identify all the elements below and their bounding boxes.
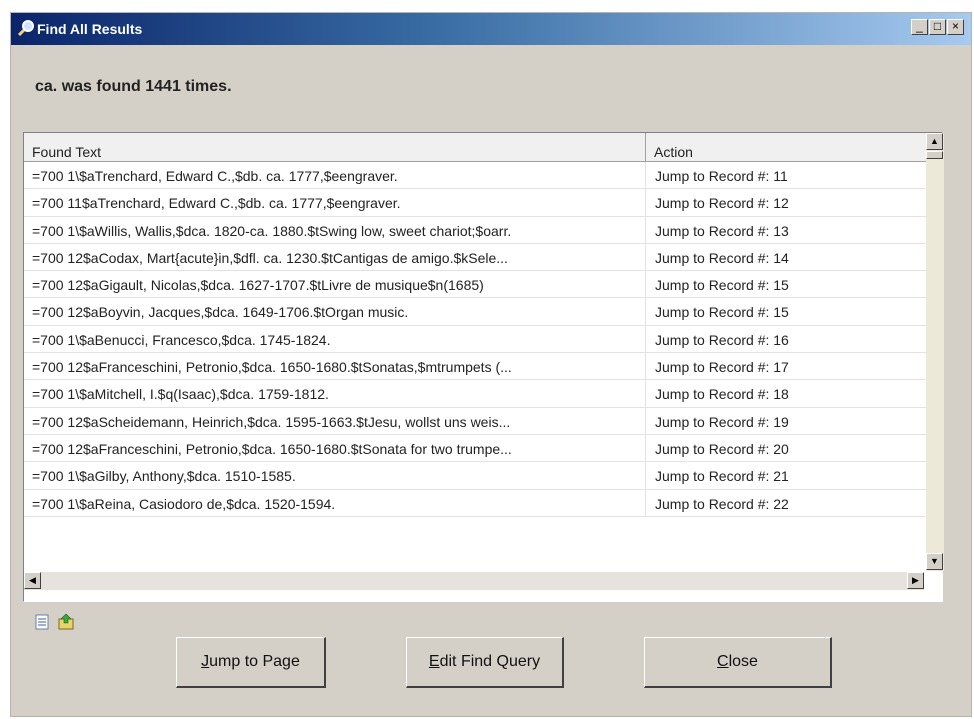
found-text-cell: =700 11$aTrenchard, Edward C.,$db. ca. 1…: [32, 195, 401, 212]
title-bar[interactable]: Find All Results _ □ ×: [11, 13, 971, 45]
column-divider: [645, 243, 646, 271]
found-text-cell: =700 12$aScheidemann, Heinrich,$dca. 159…: [32, 413, 511, 430]
table-row[interactable]: =700 1\$aGilby, Anthony,$dca. 1510-1585.…: [24, 462, 942, 490]
vertical-scrollbar[interactable]: ▲ ▼: [926, 133, 944, 571]
column-divider: [645, 162, 646, 189]
horizontal-scrollbar[interactable]: ◀ ▶: [24, 572, 924, 590]
jump-to-record-link[interactable]: Jump to Record #: 19: [655, 414, 789, 430]
table-row[interactable]: =700 12$aFranceschini, Petronio,$dca. 16…: [24, 434, 942, 463]
jump-to-record-link[interactable]: Jump to Record #: 15: [655, 304, 789, 320]
edit-find-query-mnemonic: E: [428, 653, 440, 670]
jump-to-record-link[interactable]: Jump to Record #: 21: [655, 468, 789, 484]
edit-find-query-button[interactable]: Edit Find Query: [406, 637, 564, 688]
table-row[interactable]: =700 11$aTrenchard, Edward C.,$db. ca. 1…: [24, 189, 942, 217]
list-icon[interactable]: [33, 613, 51, 631]
search-icon: [17, 20, 34, 37]
close-label: lose: [728, 653, 758, 670]
table-row[interactable]: =700 1\$aReina, Casiodoro de,$dca. 1520-…: [24, 489, 942, 517]
scroll-down-button[interactable]: ▼: [926, 553, 943, 570]
found-text-cell: =700 12$aBoyvin, Jacques,$dca. 1649-1706…: [32, 304, 409, 321]
found-text-cell: =700 12$aFranceschini, Petronio,$dca. 16…: [32, 359, 512, 376]
jump-to-record-link[interactable]: Jump to Record #: 11: [655, 168, 788, 184]
jump-to-record-link[interactable]: Jump to Record #: 17: [655, 359, 789, 375]
jump-to-record-link[interactable]: Jump to Record #: 22: [655, 496, 789, 512]
jump-to-record-link[interactable]: Jump to Record #: 18: [655, 386, 789, 402]
jump-to-page-label: ump to Page: [209, 653, 300, 670]
minimize-button[interactable]: _: [911, 19, 928, 35]
export-icon[interactable]: [57, 613, 75, 631]
jump-to-record-link[interactable]: Jump to Record #: 15: [655, 277, 789, 293]
jump-to-page-button[interactable]: Jump to Page: [176, 637, 326, 688]
table-row[interactable]: =700 12$aFranceschini, Petronio,$dca. 16…: [24, 353, 942, 381]
column-divider: [645, 489, 646, 516]
column-divider: [645, 325, 646, 353]
scroll-left-button[interactable]: ◀: [24, 572, 41, 589]
found-text-cell: =700 12$aGigault, Nicolas,$dca. 1627-170…: [32, 277, 484, 294]
close-mnemonic: C: [717, 653, 729, 670]
found-text-cell: =700 12$aCodax, Mart{acute}in,$dfl. ca. …: [32, 249, 508, 266]
found-text-cell: =700 12$aFranceschini, Petronio,$dca. 16…: [32, 440, 512, 457]
jump-to-record-link[interactable]: Jump to Record #: 16: [655, 332, 789, 348]
table-row[interactable]: =700 12$aScheidemann, Heinrich,$dca. 159…: [24, 407, 942, 435]
column-divider: [645, 189, 646, 216]
edit-find-query-label: dit Find Query: [439, 653, 541, 670]
column-divider: [645, 434, 646, 462]
window-title: Find All Results: [37, 21, 143, 37]
maximize-button[interactable]: □: [929, 19, 946, 35]
close-button[interactable]: Close: [644, 637, 832, 688]
jump-to-record-link[interactable]: Jump to Record #: 20: [655, 441, 789, 457]
table-row[interactable]: =700 12$aCodax, Mart{acute}in,$dfl. ca. …: [24, 243, 942, 272]
scroll-up-button[interactable]: ▲: [926, 133, 943, 150]
column-header-found-text[interactable]: Found Text: [24, 133, 646, 162]
table-row[interactable]: =700 1\$aBenucci, Francesco,$dca. 1745-1…: [24, 325, 942, 354]
found-text-cell: =700 1\$aWillis, Wallis,$dca. 1820-ca. 1…: [32, 222, 512, 239]
column-divider: [645, 271, 646, 298]
find-all-results-window: Find All Results _ □ × ca. was found 144…: [10, 12, 972, 717]
found-text-cell: =700 1\$aReina, Casiodoro de,$dca. 1520-…: [32, 495, 336, 512]
results-table: Found Text Action =700 1\$aTrenchard, Ed…: [23, 132, 944, 602]
table-row[interactable]: =700 1\$aWillis, Wallis,$dca. 1820-ca. 1…: [24, 216, 942, 244]
column-divider: [645, 216, 646, 243]
jump-to-record-link[interactable]: Jump to Record #: 12: [655, 195, 789, 211]
jump-to-record-link[interactable]: Jump to Record #: 13: [655, 223, 789, 239]
column-divider: [645, 380, 646, 407]
column-divider: [645, 353, 646, 380]
column-divider: [645, 298, 646, 325]
table-row[interactable]: =700 1\$aTrenchard, Edward C.,$db. ca. 1…: [24, 162, 942, 190]
found-text-cell: =700 1\$aMitchell, I.$q(Isaac),$dca. 175…: [32, 386, 329, 403]
found-text-cell: =700 1\$aBenucci, Francesco,$dca. 1745-1…: [32, 331, 331, 348]
results-summary: ca. was found 1441 times.: [35, 78, 232, 95]
results-rows: =700 1\$aTrenchard, Edward C.,$db. ca. 1…: [24, 162, 942, 572]
close-window-button[interactable]: ×: [947, 19, 964, 35]
scroll-thumb[interactable]: [926, 151, 943, 159]
found-text-cell: =700 1\$aTrenchard, Edward C.,$db. ca. 1…: [32, 168, 398, 184]
jump-to-page-mnemonic: J: [201, 653, 210, 670]
found-text-cell: =700 1\$aGilby, Anthony,$dca. 1510-1585.: [32, 468, 296, 485]
column-divider: [645, 462, 646, 489]
column-header-action[interactable]: Action: [646, 133, 942, 162]
table-row[interactable]: =700 1\$aMitchell, I.$q(Isaac),$dca. 175…: [24, 380, 942, 408]
column-divider: [645, 407, 646, 434]
table-row[interactable]: =700 12$aGigault, Nicolas,$dca. 1627-170…: [24, 271, 942, 299]
scroll-right-button[interactable]: ▶: [907, 572, 924, 589]
jump-to-record-link[interactable]: Jump to Record #: 14: [655, 250, 789, 266]
table-row[interactable]: =700 12$aBoyvin, Jacques,$dca. 1649-1706…: [24, 298, 942, 326]
toolbar: [33, 613, 77, 636]
